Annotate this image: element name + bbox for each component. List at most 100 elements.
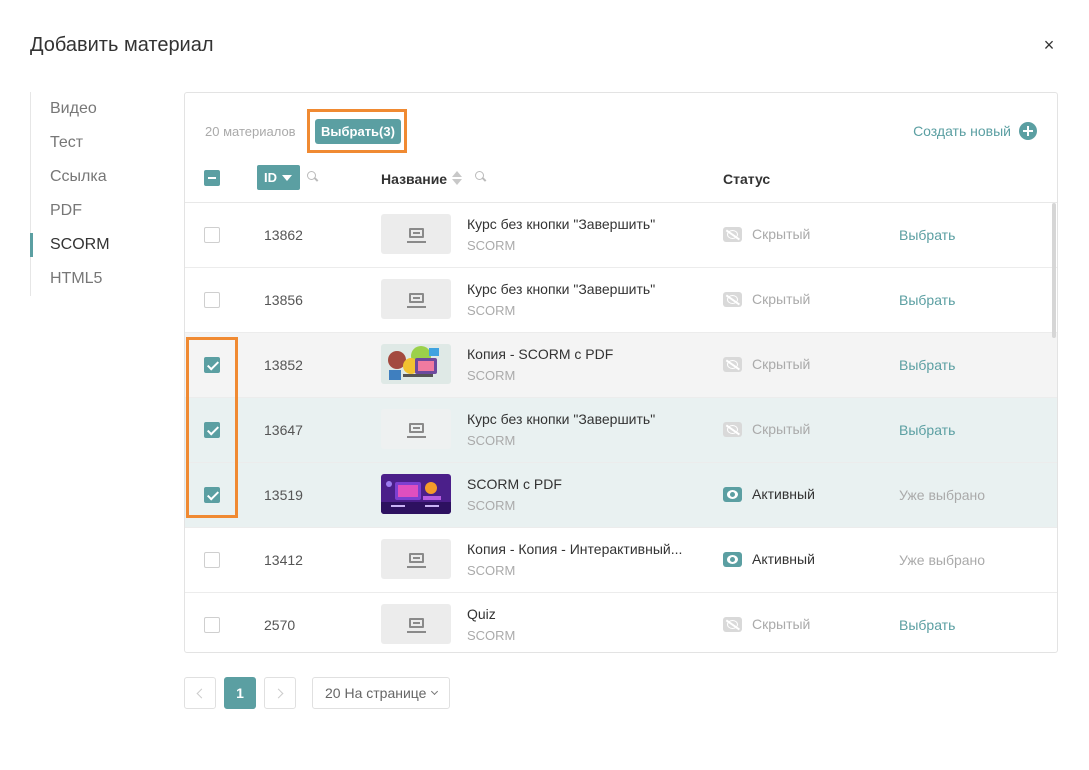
- already-selected-label: Уже выбрано: [899, 552, 986, 568]
- status-label: Активный: [752, 486, 815, 502]
- row-title: Курс без кнопки "Завершить": [467, 281, 656, 297]
- sidebar-item-test[interactable]: Тест: [31, 126, 160, 160]
- sidebar-item-video[interactable]: Видео: [31, 92, 160, 126]
- presentation-icon: [407, 553, 426, 568]
- name-header: Название: [381, 171, 448, 187]
- already-selected-label: Уже выбрано: [899, 487, 986, 503]
- select-row-link[interactable]: Выбрать: [899, 292, 955, 308]
- row-type: SCORM: [467, 498, 516, 513]
- plus-circle-icon: [1019, 122, 1037, 140]
- eye-off-icon: [723, 226, 742, 242]
- thumbnail-image: [381, 344, 451, 384]
- materials-list: 13862 Курс без кнопки "Завершить" SCORM …: [185, 203, 1057, 652]
- sidebar-item-pdf[interactable]: PDF: [31, 194, 160, 228]
- row-title: Курс без кнопки "Завершить": [467, 216, 656, 232]
- prev-page-button[interactable]: [184, 677, 216, 709]
- status-badge: Активный: [723, 486, 815, 502]
- select-row-link[interactable]: Выбрать: [899, 422, 955, 438]
- sidebar-item-html5[interactable]: HTML5: [31, 262, 160, 296]
- row-checkbox[interactable]: [204, 292, 220, 308]
- sidebar-item-link[interactable]: Ссылка: [31, 160, 160, 194]
- status-badge: Скрытый: [723, 421, 810, 437]
- eye-off-icon: [723, 421, 742, 437]
- row-type: SCORM: [467, 628, 516, 643]
- status-label: Скрытый: [752, 421, 811, 437]
- create-new-label: Создать новый: [913, 123, 1011, 139]
- row-title: SCORM с PDF: [467, 476, 562, 492]
- row-type: SCORM: [467, 563, 516, 578]
- table-row: 2570 Quiz SCORM Скрытый Выбрать: [185, 593, 1057, 652]
- sort-icon[interactable]: [452, 170, 462, 186]
- chevron-right-icon: [273, 688, 284, 698]
- id-search-icon[interactable]: [307, 171, 319, 183]
- thumbnail-placeholder: [381, 604, 451, 644]
- course-illustration-icon: [381, 344, 451, 384]
- create-new-button[interactable]: Создать новый: [913, 122, 1037, 140]
- thumbnail-image: [381, 474, 451, 514]
- row-id: 13862: [264, 227, 303, 243]
- presentation-icon: [407, 293, 426, 308]
- status-label: Скрытый: [752, 616, 811, 632]
- sidebar-item-scorm[interactable]: SCORM: [30, 228, 160, 262]
- row-type: SCORM: [467, 368, 516, 383]
- status-label: Скрытый: [752, 291, 811, 307]
- table-header: ID Название Статус: [185, 163, 1057, 203]
- pagination: 1 20 На странице: [184, 677, 451, 709]
- select-row-link[interactable]: Выбрать: [899, 357, 955, 373]
- select-all-checkbox[interactable]: [204, 170, 220, 186]
- page-button-current[interactable]: 1: [224, 677, 256, 709]
- select-row-link[interactable]: Выбрать: [899, 227, 955, 243]
- row-checkbox[interactable]: [204, 617, 220, 633]
- thumbnail-placeholder: [381, 214, 451, 254]
- table-row: 13412 Копия - Копия - Интерактивный... S…: [185, 528, 1057, 593]
- row-type: SCORM: [467, 303, 516, 318]
- status-badge: Скрытый: [723, 291, 810, 307]
- per-page-select[interactable]: 20 На странице: [312, 677, 451, 709]
- row-id: 13856: [264, 292, 303, 308]
- status-badge: Скрытый: [723, 616, 810, 632]
- status-label: Скрытый: [752, 226, 811, 242]
- thumbnail-placeholder: [381, 409, 451, 449]
- highlight-frame-checkboxes: [186, 337, 238, 518]
- row-title: Копия - SCORM с PDF: [467, 346, 614, 362]
- table-row: 13519 SCORM с PDF SCORM Активный Уже выб…: [185, 463, 1057, 528]
- presentation-icon: [407, 228, 426, 243]
- next-page-button[interactable]: [264, 677, 296, 709]
- caret-down-icon: [282, 175, 292, 181]
- eye-off-icon: [723, 291, 742, 307]
- row-id: 13647: [264, 422, 303, 438]
- course-illustration-icon: [381, 474, 451, 514]
- thumbnail-placeholder: [381, 539, 451, 579]
- row-checkbox[interactable]: [204, 227, 220, 243]
- status-badge: Скрытый: [723, 226, 810, 242]
- select-row-link[interactable]: Выбрать: [899, 617, 955, 633]
- thumbnail-placeholder: [381, 279, 451, 319]
- row-id: 13852: [264, 357, 303, 373]
- id-header-label: ID: [264, 170, 277, 185]
- table-row: 13856 Курс без кнопки "Завершить" SCORM …: [185, 268, 1057, 333]
- row-title: Quiz: [467, 606, 496, 622]
- status-badge: Скрытый: [723, 356, 810, 372]
- row-title: Курс без кнопки "Завершить": [467, 411, 656, 427]
- materials-panel: 20 материалов Выбрать(3) Создать новый I…: [184, 92, 1058, 653]
- highlight-frame-select: [307, 109, 407, 153]
- table-row: 13852 Копия - SCORM с PDF SCORM Скрытый …: [185, 333, 1057, 398]
- row-title: Копия - Копия - Интерактивный...: [467, 541, 683, 557]
- row-checkbox[interactable]: [204, 552, 220, 568]
- row-type: SCORM: [467, 238, 516, 253]
- table-row: 13862 Курс без кнопки "Завершить" SCORM …: [185, 203, 1057, 268]
- row-type: SCORM: [467, 433, 516, 448]
- status-header: Статус: [723, 171, 771, 187]
- status-label: Активный: [752, 551, 815, 567]
- scrollbar[interactable]: [1052, 203, 1056, 338]
- chevron-left-icon: [196, 688, 207, 698]
- name-search-icon[interactable]: [475, 171, 487, 183]
- id-sort-button[interactable]: ID: [257, 165, 300, 190]
- row-id: 13519: [264, 487, 303, 503]
- table-row: 13647 Курс без кнопки "Завершить" SCORM …: [185, 398, 1057, 463]
- close-icon[interactable]: ×: [1040, 36, 1058, 54]
- eye-off-icon: [723, 356, 742, 372]
- eye-off-icon: [723, 616, 742, 632]
- materials-count: 20 материалов: [205, 124, 296, 139]
- per-page-label: 20 На странице: [325, 685, 427, 701]
